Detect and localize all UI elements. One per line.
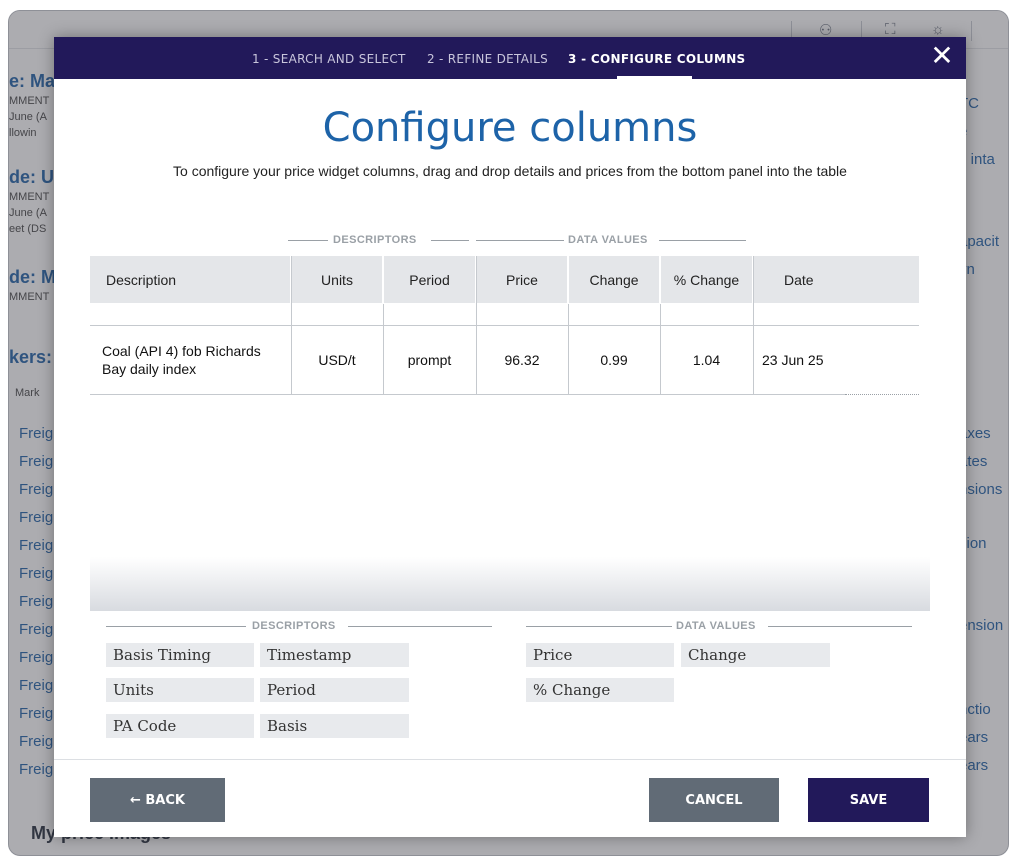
configure-columns-dialog: 1 - SEARCH AND SELECT 2 - REFINE DETAILS… <box>54 37 966 837</box>
chip-change[interactable]: Change <box>681 643 830 667</box>
dialog-instructions: To configure your price widget columns, … <box>173 163 847 179</box>
chip-basis[interactable]: Basis <box>260 714 409 738</box>
table-group-data-values: DATA VALUES <box>568 234 648 246</box>
chip-price[interactable]: Price <box>526 643 674 667</box>
column-header-label: Units <box>321 271 353 288</box>
cancel-button[interactable]: CANCEL <box>649 778 779 822</box>
back-button[interactable]: ← BACK <box>90 778 225 822</box>
column-header-label: Date <box>784 271 814 288</box>
column-header-percent-change[interactable]: % Change <box>661 256 752 303</box>
dialog-title: Configure columns <box>322 105 698 151</box>
column-header-units[interactable]: Units <box>292 256 382 303</box>
chip-pa-code[interactable]: PA Code <box>106 714 254 738</box>
row-divider <box>90 394 845 395</box>
cell-price: 96.32 <box>504 352 540 368</box>
chip-units[interactable]: Units <box>106 678 254 702</box>
scroll-fade <box>90 557 930 611</box>
chip-period[interactable]: Period <box>260 678 409 702</box>
wizard-steps-bar: 1 - SEARCH AND SELECT 2 - REFINE DETAILS… <box>54 37 966 79</box>
column-header-price[interactable]: Price <box>477 256 567 303</box>
close-icon[interactable]: ✕ <box>928 42 956 71</box>
column-header-description[interactable]: Description <box>90 256 290 303</box>
active-step-indicator <box>617 76 692 79</box>
chip-basis-timing[interactable]: Basis Timing <box>106 643 254 667</box>
cell-units: USD/t <box>318 352 356 368</box>
column-header-label: Price <box>506 271 538 288</box>
column-header-label: Period <box>409 271 450 288</box>
step-configure-columns[interactable]: 3 - CONFIGURE COLUMNS <box>568 52 746 66</box>
cell-description: Coal (API 4) fob Richards Bay daily inde… <box>102 343 261 377</box>
screen: ⚇ ⛶ ☼ e: Ma MMENT June (A llowin de: U M… <box>0 0 1009 856</box>
group-rule <box>288 240 328 241</box>
group-rule <box>106 626 246 627</box>
panel-group-descriptors: DESCRIPTORS <box>252 620 336 632</box>
step-search-and-select[interactable]: 1 - SEARCH AND SELECT <box>252 52 406 66</box>
group-rule <box>431 240 469 241</box>
panel-group-data-values: DATA VALUES <box>676 620 756 632</box>
column-header-change[interactable]: Change <box>569 256 659 303</box>
column-header-label: Change <box>589 271 639 288</box>
cell-date: 23 Jun 25 <box>762 352 824 368</box>
group-rule <box>526 626 672 627</box>
group-rule <box>659 240 746 241</box>
group-rule <box>348 626 492 627</box>
cell-change: 0.99 <box>600 352 628 368</box>
column-divider <box>753 256 754 394</box>
step-refine-details[interactable]: 2 - REFINE DETAILS <box>427 52 548 66</box>
chip-percent-change[interactable]: % Change <box>526 678 674 702</box>
cell-percent-change: 1.04 <box>692 352 721 368</box>
table-group-descriptors: DESCRIPTORS <box>333 234 417 246</box>
cell-period: prompt <box>407 352 452 368</box>
chip-timestamp[interactable]: Timestamp <box>260 643 409 667</box>
column-header-label: Description <box>106 271 177 288</box>
drop-hint-line <box>845 394 919 395</box>
column-header-label: % Change <box>673 271 740 288</box>
group-rule <box>476 240 564 241</box>
column-header-period[interactable]: Period <box>384 256 475 303</box>
save-button[interactable]: SAVE <box>808 778 929 822</box>
group-rule <box>768 626 912 627</box>
column-header-date[interactable]: Date <box>754 256 919 303</box>
footer-divider <box>54 759 966 760</box>
